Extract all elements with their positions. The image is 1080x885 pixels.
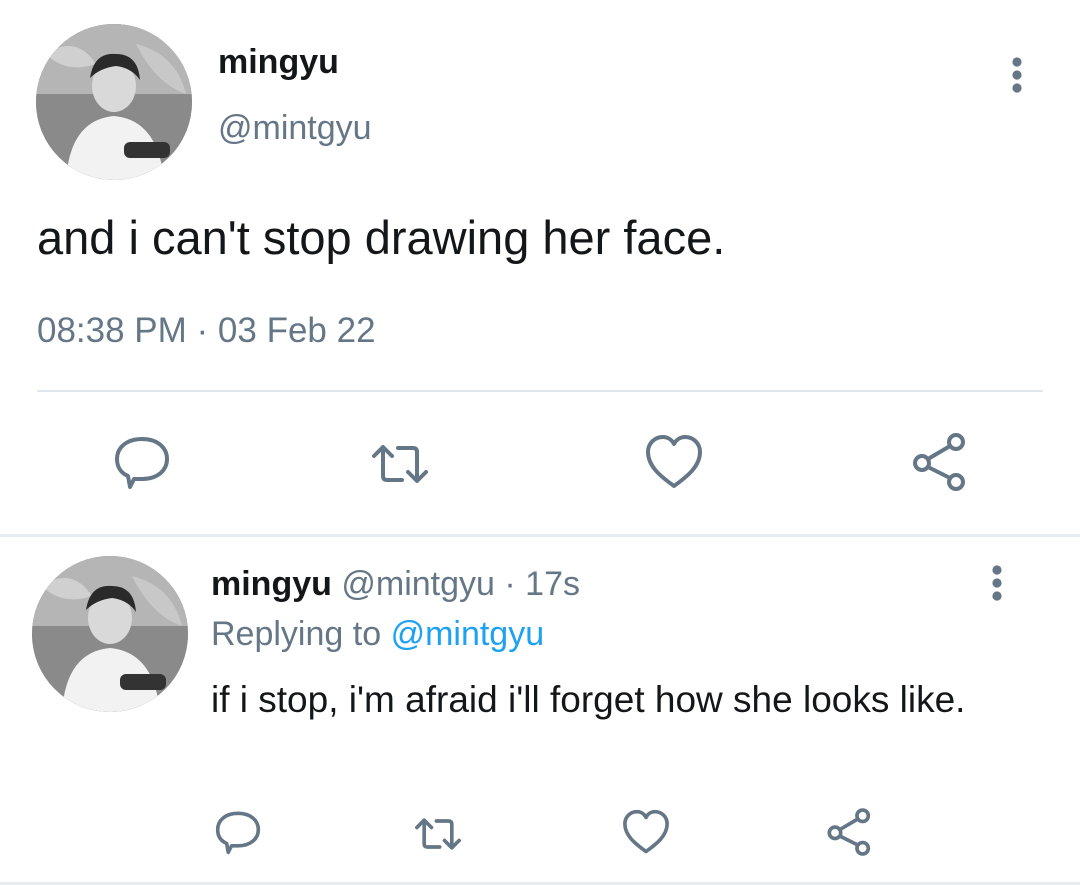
share-icon[interactable]	[906, 430, 970, 494]
share-icon[interactable]	[822, 806, 874, 858]
more-options-icon[interactable]	[980, 564, 1014, 602]
avatar[interactable]	[36, 24, 192, 180]
tweet-text: if i stop, i'm afraid i'll forget how sh…	[211, 679, 966, 720]
retweet-icon[interactable]	[368, 432, 432, 496]
profile-photo	[32, 556, 188, 712]
more-options-icon[interactable]	[1000, 56, 1034, 94]
relative-time[interactable]: 17s	[525, 565, 580, 603]
replying-to-label: Replying to	[211, 615, 382, 653]
reply-icon[interactable]	[110, 430, 174, 494]
display-name[interactable]: mingyu	[218, 40, 339, 84]
user-handle[interactable]: @mintgyu	[341, 565, 495, 603]
reply-icon[interactable]	[212, 806, 264, 858]
separator-dot: ·	[504, 565, 516, 603]
mention-link[interactable]: @mintgyu	[391, 615, 545, 653]
retweet-icon[interactable]	[412, 808, 464, 860]
reply-header: mingyu @mintgyu · 17s	[211, 562, 580, 606]
tweet-text: and i can't stop drawing her face.	[37, 211, 726, 264]
user-handle[interactable]: @mintgyu	[218, 106, 372, 150]
profile-photo	[36, 24, 192, 180]
avatar[interactable]	[32, 556, 188, 712]
divider	[37, 390, 1043, 392]
tweet-separator	[0, 534, 1080, 537]
like-icon[interactable]	[642, 430, 706, 494]
display-name[interactable]: mingyu	[211, 565, 332, 603]
tweet-timestamp[interactable]: 08:38 PM · 03 Feb 22	[37, 308, 376, 354]
replying-to: Replying to @mintgyu	[211, 612, 544, 656]
like-icon[interactable]	[620, 806, 672, 858]
